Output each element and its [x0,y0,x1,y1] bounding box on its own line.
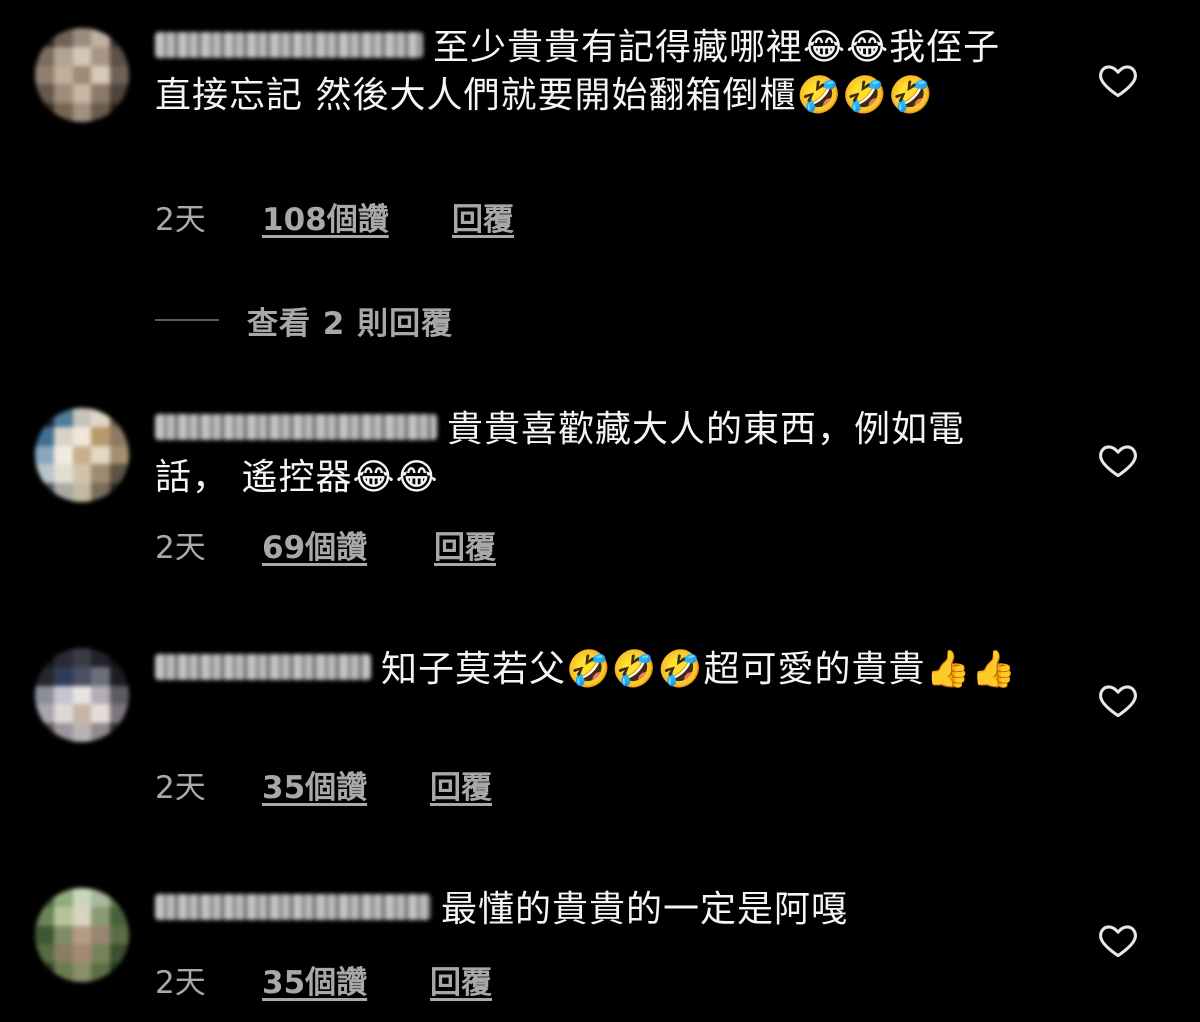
comment-time: 2天 [155,530,206,566]
comment-time: 2天 [155,770,206,806]
reply-button[interactable]: 回覆 [434,522,496,567]
likes-link[interactable]: 69個讚 [262,522,434,567]
avatar[interactable] [35,648,129,742]
heart-outline-icon[interactable] [1098,62,1138,98]
comment-meta: 2天 108個讚 回覆 [155,194,514,239]
comment-text-container: 貴貴喜歡藏大人的東西，例如電話， 遙控器😂😂 [155,406,1035,502]
reply-button[interactable]: 回覆 [430,957,492,1002]
heart-outline-icon[interactable] [1098,442,1138,478]
comment-body: 至少貴貴有記得藏哪裡😂😂我侄子直接忘記 然後大人們就要開始翻箱倒櫃🤣🤣🤣 [155,24,1035,120]
heart-outline-icon[interactable] [1098,922,1138,958]
likes-link[interactable]: 35個讚 [262,957,430,1002]
comment-meta: 2天 35個讚 回覆 [155,957,492,1002]
view-replies-button[interactable]: 查看 2 則回覆 [155,298,453,342]
comments-feed: 至少貴貴有記得藏哪裡😂😂我侄子直接忘記 然後大人們就要開始翻箱倒櫃🤣🤣🤣 2天 1… [0,0,1200,1022]
comment-time: 2天 [155,202,206,238]
comment-text: 知子莫若父🤣🤣🤣超可愛的貴貴👍👍 [381,649,1018,690]
comment-text-container: 至少貴貴有記得藏哪裡😂😂我侄子直接忘記 然後大人們就要開始翻箱倒櫃🤣🤣🤣 [155,24,1035,120]
avatar[interactable] [35,888,129,982]
username-blurred[interactable] [155,894,431,920]
likes-link[interactable]: 35個讚 [262,762,430,807]
comment-meta: 2天 35個讚 回覆 [155,762,492,807]
comment-body: 最懂的貴貴的一定是阿嘎 [155,886,1035,934]
reply-button[interactable]: 回覆 [452,194,514,239]
likes-link[interactable]: 108個讚 [262,194,452,239]
comment-body: 貴貴喜歡藏大人的東西，例如電話， 遙控器😂😂 [155,406,1035,502]
comment-text: 最懂的貴貴的一定是阿嘎 [441,889,849,930]
reply-button[interactable]: 回覆 [430,762,492,807]
avatar[interactable] [35,408,129,502]
comment-text-container: 最懂的貴貴的一定是阿嘎 [155,886,1035,934]
view-replies-label: 查看 2 則回覆 [247,305,454,342]
comment-body: 知子莫若父🤣🤣🤣超可愛的貴貴👍👍 [155,646,1035,694]
username-blurred[interactable] [155,32,423,58]
avatar[interactable] [35,28,129,122]
comment-text-container: 知子莫若父🤣🤣🤣超可愛的貴貴👍👍 [155,646,1035,694]
divider-line [155,319,219,321]
username-blurred[interactable] [155,414,437,440]
username-blurred[interactable] [155,654,371,680]
heart-outline-icon[interactable] [1098,682,1138,718]
comment-meta: 2天 69個讚 回覆 [155,522,496,567]
comment-time: 2天 [155,965,206,1001]
